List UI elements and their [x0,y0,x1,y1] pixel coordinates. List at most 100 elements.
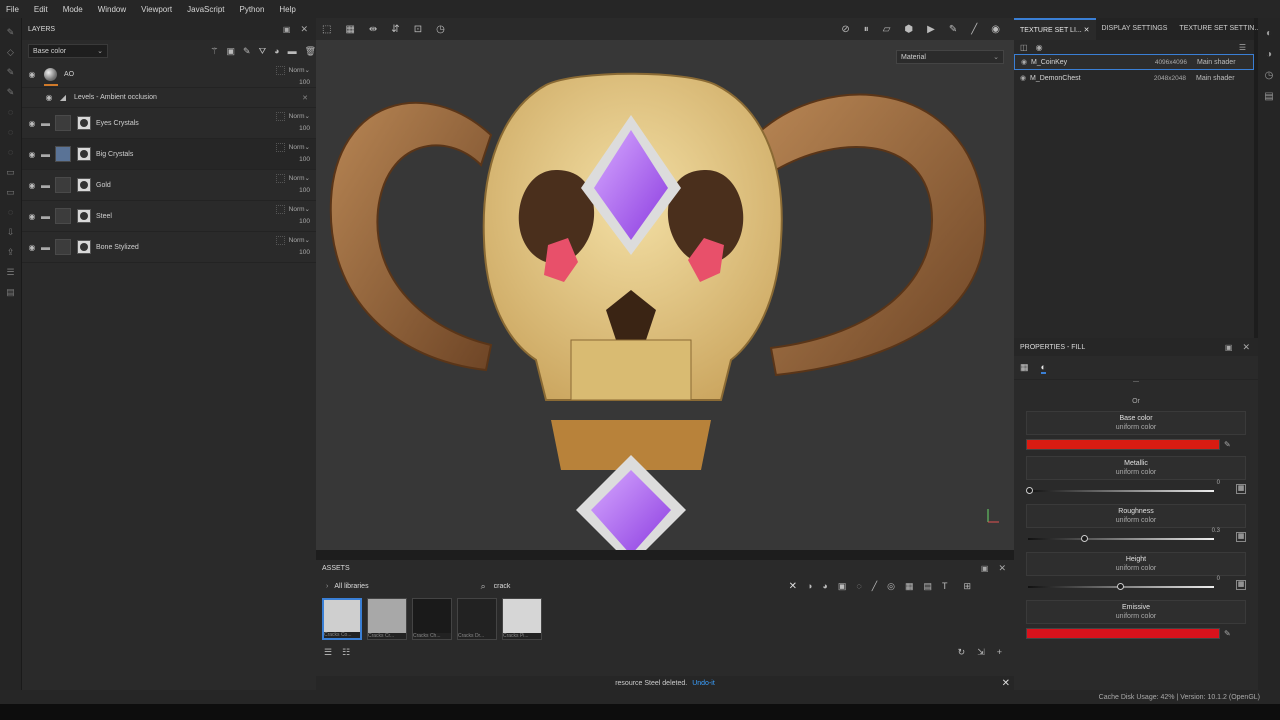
mask-thumbnail[interactable] [77,116,91,130]
layer-opacity[interactable]: 100 [299,79,310,86]
hide-icon[interactable]: ⊘ [841,24,849,35]
eraser-icon[interactable]: ◇ [5,46,17,58]
eye-icon[interactable]: ◉ [27,181,37,190]
grid-icon[interactable]: ▦ [345,24,354,35]
text-icon[interactable]: ▭ [5,186,17,198]
layer-row[interactable]: ◉ ▬ Steel Norm⌄ 100 [22,201,316,232]
material-tab-icon[interactable]: ▦ [1020,362,1029,373]
search-input[interactable] [493,582,754,590]
view-grid-icon[interactable]: ⊞ [964,581,972,592]
channel-select[interactable]: Base color ⌄ [28,44,108,58]
filter-material-icon[interactable]: ◑ [807,581,812,591]
grid-icon[interactable]: ▦ [1236,484,1246,494]
grid-icon[interactable]: ▦ [1236,532,1246,542]
float-panel-icon[interactable]: ▣ [1225,343,1233,352]
texture-set-row[interactable]: ◉ M_CoinKey 4096x4096 Main shader [1014,54,1254,70]
display-settings-icon[interactable]: ◑ [1258,49,1280,60]
layer-opacity[interactable]: 100 [299,187,310,194]
grid-icon[interactable]: ▦ [1236,580,1246,590]
channel-height[interactable]: Height uniform color [1026,552,1246,576]
eyedropper-icon[interactable]: ✎ [1224,629,1231,638]
geometry-mask-icon[interactable]: ✎ [5,86,17,98]
filter-smart-material-icon[interactable]: ◕ [822,581,827,591]
close-icon[interactable]: ✕ [300,24,308,35]
slider-handle[interactable] [1080,535,1088,542]
filter-filter-icon[interactable]: ▤ [924,581,933,592]
texture-set-shader[interactable]: Main shader [1196,75,1235,82]
fill-tab-icon[interactable]: ◐ [1040,362,1046,374]
add-fill-layer-icon[interactable]: ⛛ [259,46,267,57]
paint-brush-icon[interactable]: ✎ [5,26,17,38]
camera-icon[interactable]: ◫ [1020,43,1028,52]
channel-roughness[interactable]: Roughness uniform color [1026,504,1246,528]
slider-value[interactable]: 0 [1217,576,1220,582]
layer-effect-levels[interactable]: ◉ ◢ Levels - Ambient occlusion ✕ [22,88,316,108]
add-paint-layer-icon[interactable]: ✎ [243,46,251,57]
clear-search-icon[interactable]: ✕ [789,581,797,592]
clone-icon[interactable]: ◌ [5,106,17,118]
projection-icon[interactable]: ✎ [5,66,17,78]
history-icon[interactable]: ◷ [1258,70,1280,81]
collapse-icon[interactable]: ☰ [324,647,332,658]
bake-icon[interactable]: ⇩ [5,226,17,238]
shelf-icon[interactable]: ☰ [5,266,17,278]
menu-edit[interactable]: Edit [34,5,48,14]
library-selector[interactable]: › All libraries [326,583,369,590]
add-effect-icon[interactable]: ⚚ [210,46,218,57]
filter-smart-mask-icon[interactable]: ◌ [856,581,861,591]
filter-grunge-icon[interactable]: ▦ [905,581,914,592]
polygon-fill-icon[interactable]: ▭ [5,166,17,178]
height-slider[interactable]: 0 ▦ [1026,576,1246,594]
texture-set-icon[interactable]: ◐ [1258,28,1280,39]
camera-icon[interactable]: ▶ [927,24,935,35]
eye-icon[interactable]: ◉ [1017,58,1031,66]
eye-icon[interactable]: ◉ [27,212,37,221]
eye-icon[interactable]: ◉ [1016,74,1030,82]
color-picker-icon[interactable]: ◌ [5,206,17,218]
eye-icon[interactable]: ◉ [27,70,37,79]
layer-row[interactable]: ◉ ▬ Gold Norm⌄ 100 [22,170,316,201]
layer-blend[interactable]: Norm⌄ 100 [275,111,310,135]
list-icon[interactable]: ☷ [342,647,350,658]
mask-thumbnail[interactable] [77,240,91,254]
layer-blend[interactable]: Norm⌄ 100 [275,173,310,197]
float-panel-icon[interactable]: ▣ [981,564,989,573]
eye-icon[interactable]: ◉ [27,150,37,159]
slider-handle[interactable] [1026,487,1033,494]
tab-display-settings[interactable]: DISPLAY SETTINGS [1096,18,1174,40]
metallic-slider[interactable]: 0 ▦ [1026,480,1246,498]
slider-value[interactable]: 0 [1217,480,1220,486]
close-icon[interactable]: ✕ [998,563,1006,574]
asset-thumbnail[interactable]: Cracks Co... [322,598,362,640]
layer-opacity[interactable]: 100 [299,249,310,256]
color-bar[interactable] [1026,628,1220,639]
menu-javascript[interactable]: JavaScript [187,5,224,14]
close-icon[interactable]: ✕ [1084,27,1090,34]
mask-thumbnail[interactable] [77,147,91,161]
eye-icon[interactable]: ◉ [27,243,37,252]
eye-icon[interactable]: ◉ [1036,43,1043,52]
layer-opacity[interactable]: 100 [299,218,310,225]
layer-row-ao[interactable]: ◉ AO Norm⌄ 100 [22,62,316,88]
pen-icon[interactable]: ╱ [971,24,977,35]
texture-set-shader[interactable]: Main shader [1197,59,1236,66]
frame-icon[interactable]: ⊡ [414,24,422,35]
layer-row[interactable]: ◉ ▬ Bone Stylized Norm⌄ 100 [22,232,316,263]
delete-layer-icon[interactable]: 🗑 [305,46,316,57]
refresh-icon[interactable]: ↻ [958,647,966,658]
filter-particles-icon[interactable]: ◎ [887,581,895,592]
base-color-swatch[interactable]: ✎ [1026,439,1246,450]
slider-track[interactable] [1028,538,1214,540]
asset-thumbnail[interactable]: Cracks Dr... [457,598,497,640]
layer-blend[interactable]: Norm⌄ 100 [275,142,310,166]
asset-thumbnail[interactable]: Cracks Pi... [502,598,542,640]
select-icon[interactable]: ⬚ [322,24,331,35]
undo-link[interactable]: Undo-it [692,680,715,687]
float-panel-icon[interactable]: ▣ [283,25,291,34]
add-mask-icon[interactable]: ▣ [227,46,236,57]
brush-mode-icon[interactable]: ✎ [949,24,957,35]
remove-effect-icon[interactable]: ✕ [302,94,308,102]
import-icon[interactable]: ⇲ [977,647,985,658]
asset-thumbnail[interactable]: Cracks Ch... [412,598,452,640]
layer-blend[interactable]: Norm⌄ 100 [275,204,310,228]
